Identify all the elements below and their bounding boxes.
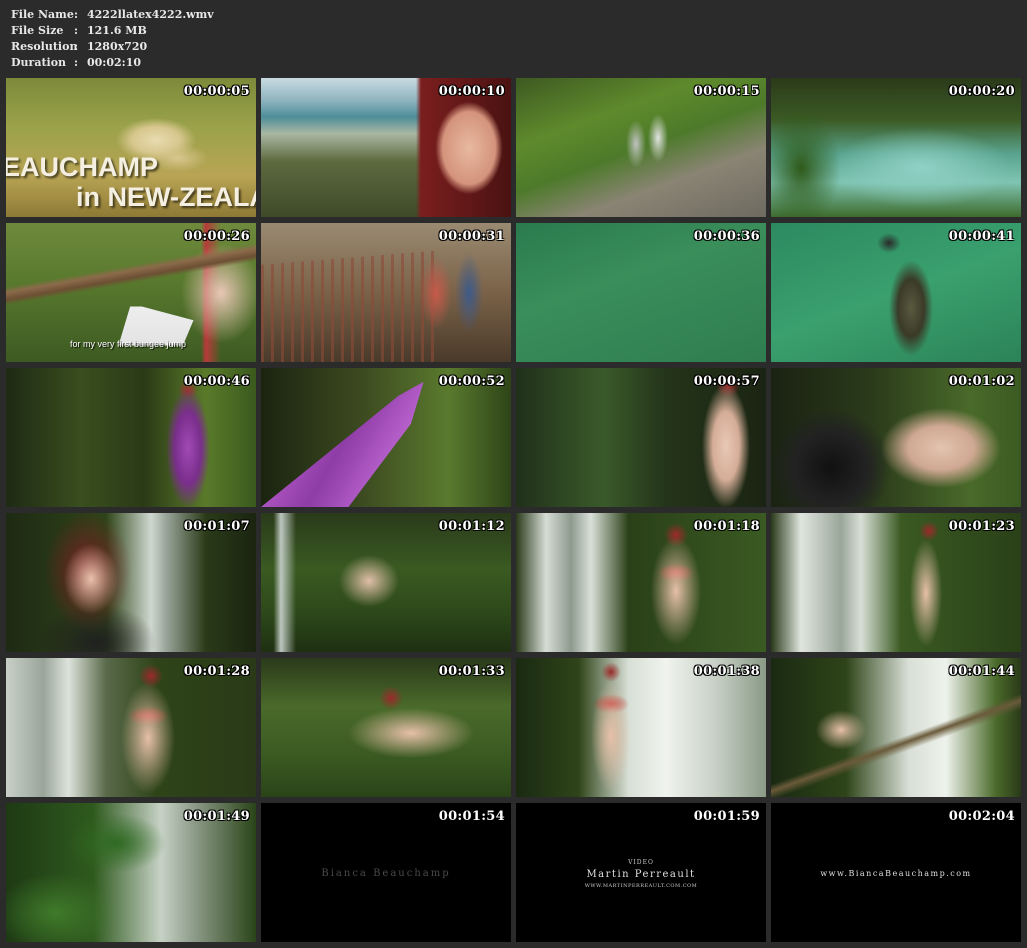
thumbnail-frame[interactable]: 00:00:10 [261, 78, 511, 217]
resolution-row: Resolution : 1280x720 [11, 39, 214, 55]
subtitle-caption: for my very first bungee jump [70, 339, 187, 349]
thumbnail-frame[interactable]: 00:01:44 [771, 658, 1021, 797]
file-name-row: File Name : 4222llatex4222.wmv [11, 7, 214, 23]
timestamp-label: 00:01:44 [948, 664, 1015, 679]
thumbnail-frame[interactable]: 00:01:07 [6, 513, 256, 652]
file-info-panel: File Name : 4222llatex4222.wmv File Size… [11, 7, 214, 71]
timestamp-label: 00:00:15 [693, 84, 760, 99]
timestamp-label: 00:01:28 [183, 664, 250, 679]
timestamp-label: 00:00:52 [438, 374, 505, 389]
thumbnail-frame[interactable]: 00:01:38 [516, 658, 766, 797]
timestamp-label: 00:01:49 [183, 809, 250, 824]
timestamp-label: 00:01:07 [183, 519, 250, 534]
separator: : [74, 56, 79, 69]
separator: : [74, 8, 79, 21]
timestamp-label: 00:00:46 [183, 374, 250, 389]
separator: : [74, 40, 79, 53]
thumbnail-frame[interactable]: 00:00:41 [771, 223, 1021, 362]
thumbnail-frame[interactable]: for my very first bungee jump 00:00:26 [6, 223, 256, 362]
thumbnail-frame[interactable]: www.BiancaBeauchamp.com 00:02:04 [771, 803, 1021, 942]
file-name-label: File Name [11, 8, 74, 21]
thumbnail-frame[interactable]: 00:01:18 [516, 513, 766, 652]
overlay-title-line-1: EAUCHAMP [6, 152, 159, 182]
thumbnail-frame[interactable]: 00:01:49 [6, 803, 256, 942]
thumbnail-frame[interactable]: VIDEO Martin Perreault WWW.MARTINPERREAULT… [516, 803, 766, 942]
thumbnail-frame[interactable]: 00:00:36 [516, 223, 766, 362]
thumbnail-frame[interactable]: 00:00:15 [516, 78, 766, 217]
timestamp-label: 00:01:12 [438, 519, 505, 534]
timestamp-label: 00:00:31 [438, 229, 505, 244]
credit-url: WWW.MARTINPERREAULT.COM.COM [584, 883, 698, 889]
duration-value: 00:02:10 [87, 56, 142, 69]
timestamp-label: 00:00:26 [183, 229, 250, 244]
resolution-label: Resolution [11, 40, 78, 53]
timestamp-label: 00:00:41 [948, 229, 1015, 244]
timestamp-label: 00:00:57 [693, 374, 760, 389]
timestamp-label: 00:01:59 [693, 809, 760, 824]
file-size-label: File Size [11, 24, 64, 37]
timestamp-label: 00:00:36 [693, 229, 760, 244]
thumbnail-frame[interactable]: 00:00:20 [771, 78, 1021, 217]
timestamp-label: 00:02:04 [948, 809, 1015, 824]
thumbnail-frame[interactable]: 00:00:31 [261, 223, 511, 362]
thumbnail-frame[interactable]: 00:01:23 [771, 513, 1021, 652]
duration-label: Duration [11, 56, 67, 69]
timestamp-label: 00:01:18 [693, 519, 760, 534]
thumbnail-grid: EAUCHAMP in NEW-ZEALA 00:00:05 00:00:10 00… [6, 78, 1021, 942]
thumbnail-frame[interactable]: 00:01:28 [6, 658, 256, 797]
credit-website: www.BiancaBeauchamp.com [820, 869, 972, 878]
timestamp-label: 00:00:20 [948, 84, 1015, 99]
thumbnail-frame[interactable]: Bianca Beauchamp 00:01:54 [261, 803, 511, 942]
file-size-value: 121.6 MB [87, 24, 147, 37]
duration-row: Duration : 00:02:10 [11, 55, 214, 71]
thumbnail-frame[interactable]: 00:01:02 [771, 368, 1021, 507]
thumbnail-frame[interactable]: 00:01:33 [261, 658, 511, 797]
credit-name: Bianca Beauchamp [321, 868, 451, 879]
file-size-row: File Size : 121.6 MB [11, 23, 214, 39]
timestamp-label: 00:01:54 [438, 809, 505, 824]
timestamp-label: 00:01:38 [693, 664, 760, 679]
credit-name: Martin Perreault [586, 869, 696, 880]
thumbnail-frame[interactable]: 00:00:57 [516, 368, 766, 507]
thumbnail-frame[interactable]: 00:00:46 [6, 368, 256, 507]
resolution-value: 1280x720 [87, 40, 148, 53]
overlay-title-line-2: in NEW-ZEALA [76, 182, 256, 212]
file-name-value: 4222llatex4222.wmv [87, 8, 214, 21]
timestamp-label: 00:00:05 [183, 84, 250, 99]
timestamp-label: 00:01:02 [948, 374, 1015, 389]
credit-role: VIDEO [628, 859, 654, 866]
timestamp-label: 00:00:10 [438, 84, 505, 99]
thumbnail-frame[interactable]: 00:00:52 [261, 368, 511, 507]
timestamp-label: 00:01:33 [438, 664, 505, 679]
timestamp-label: 00:01:23 [948, 519, 1015, 534]
thumbnail-frame[interactable]: EAUCHAMP in NEW-ZEALA 00:00:05 [6, 78, 256, 217]
thumbnail-frame[interactable]: 00:01:12 [261, 513, 511, 652]
separator: : [74, 24, 79, 37]
